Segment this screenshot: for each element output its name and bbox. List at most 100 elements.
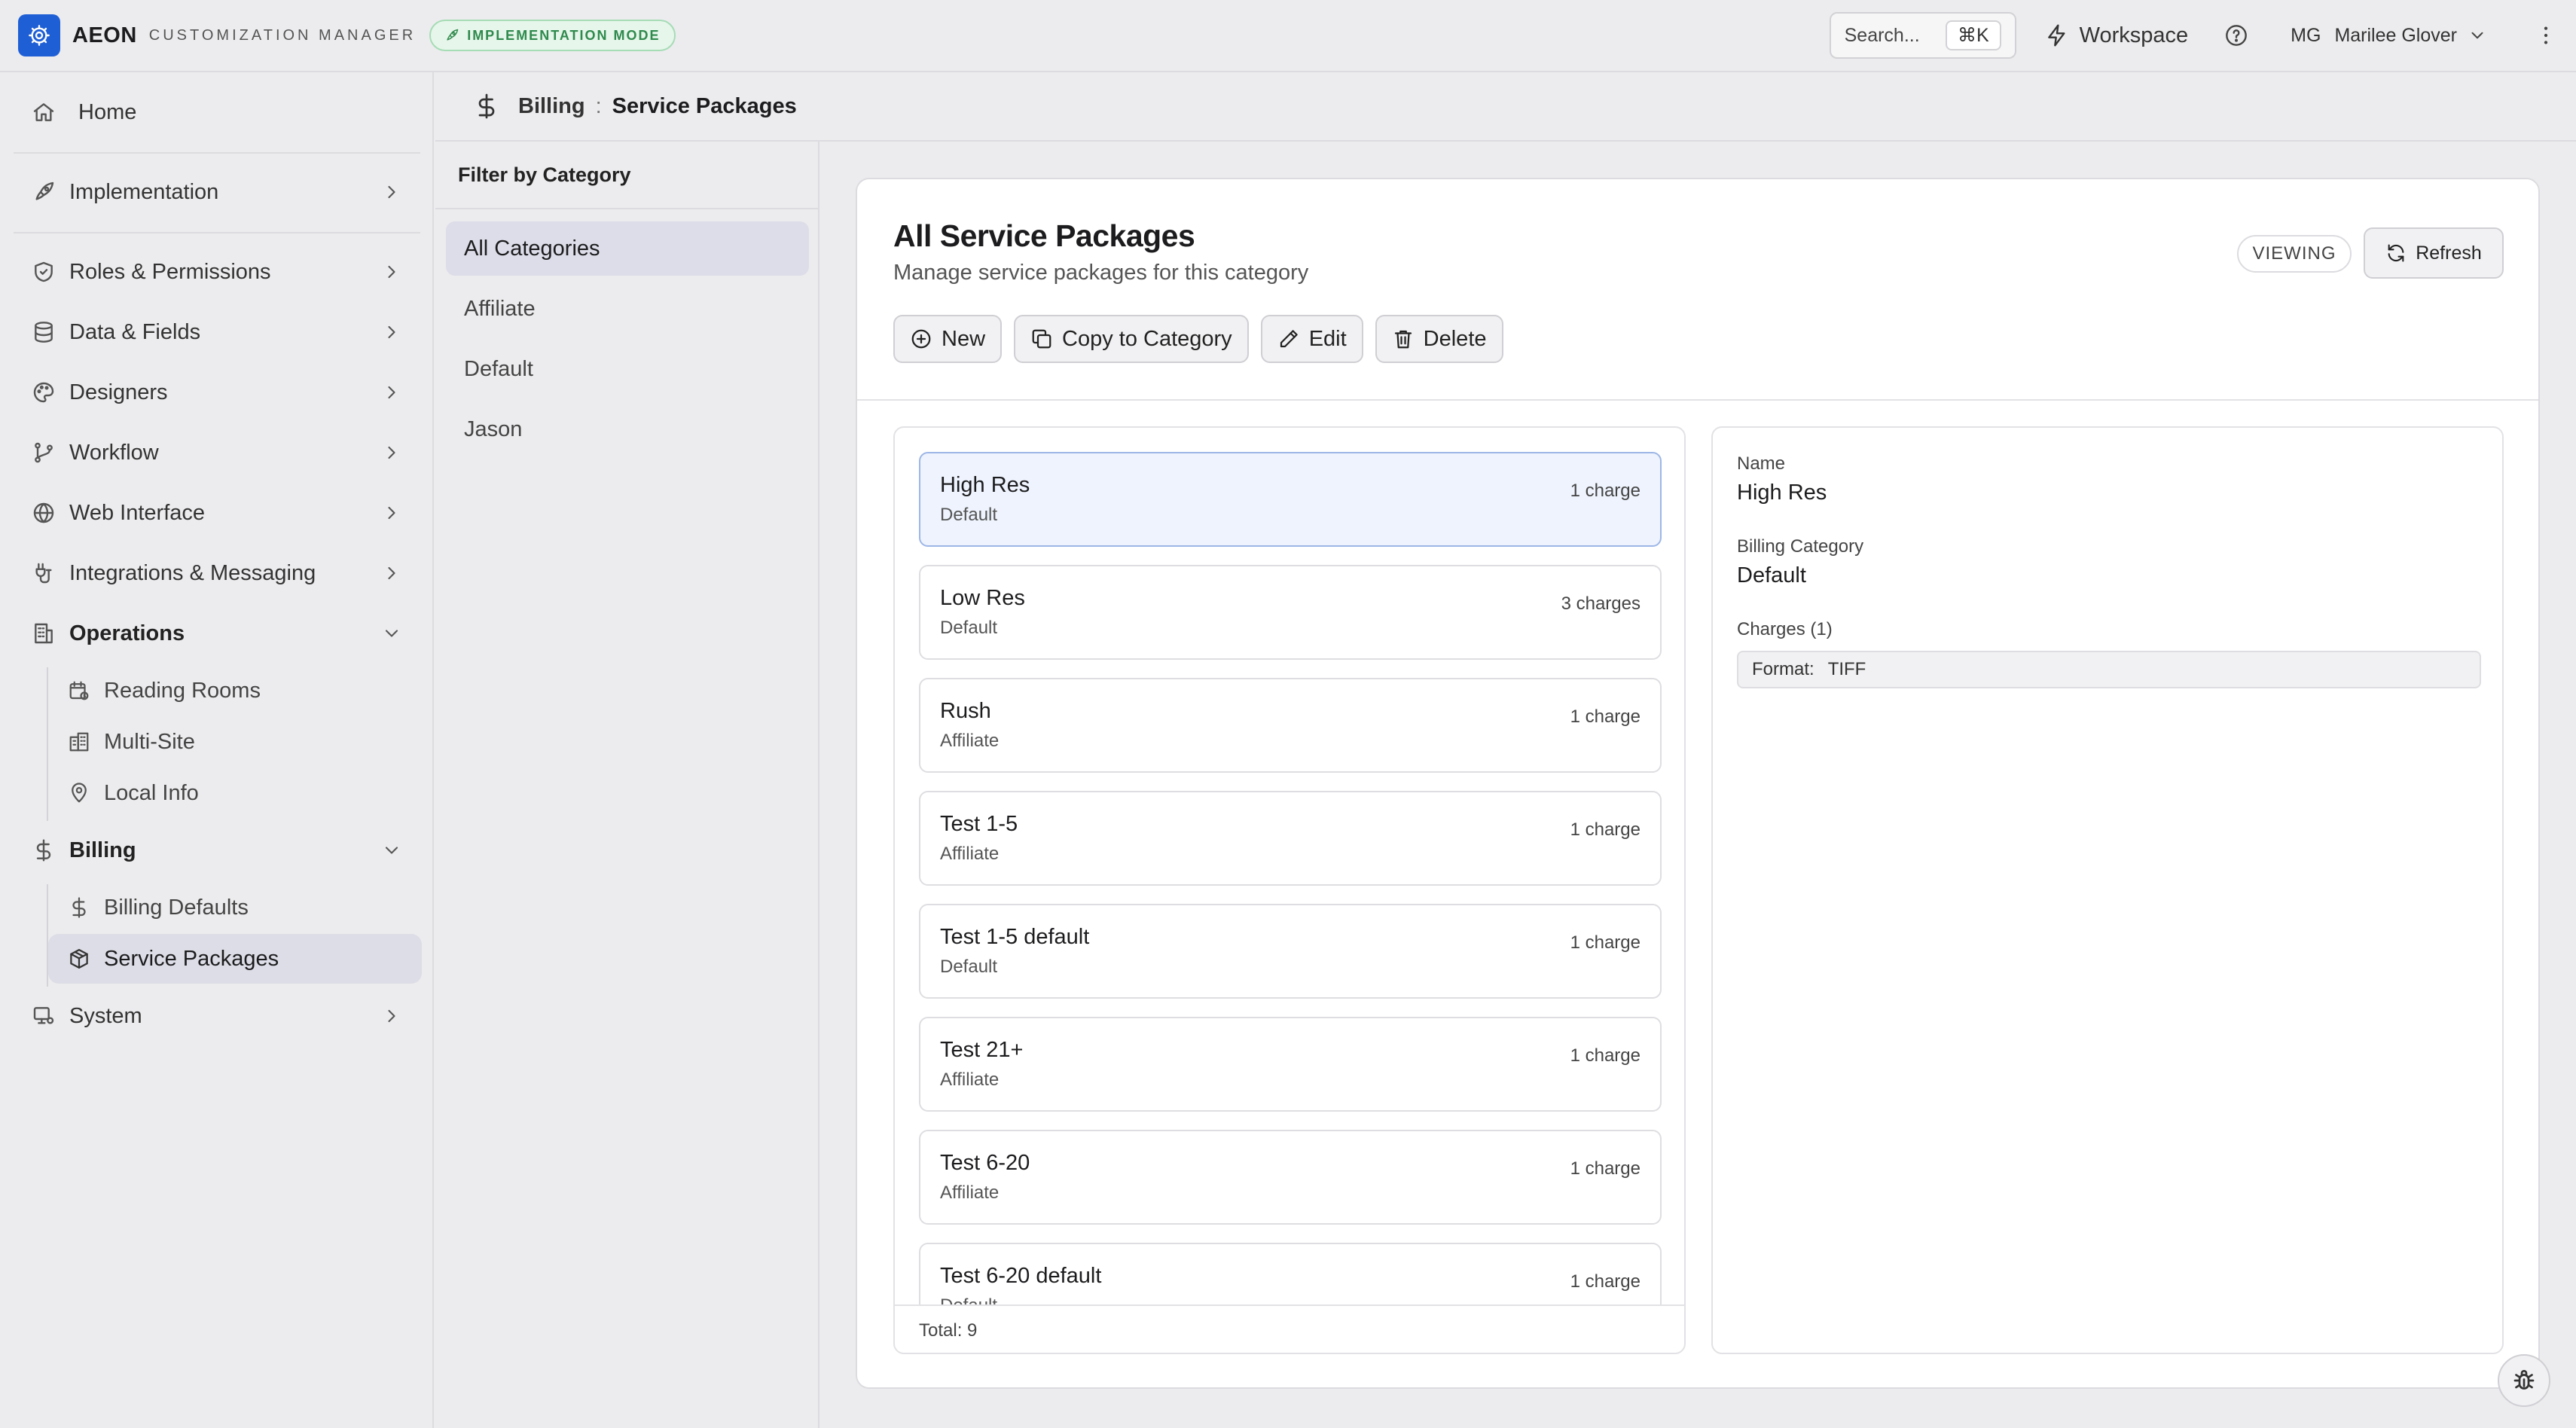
chevron-down-icon[interactable] [2468,26,2487,45]
app-logo[interactable] [18,14,60,56]
package-charge-count: 1 charge [1570,1045,1641,1066]
app-brand: AEON [72,23,137,47]
package-charge-count: 1 charge [1570,1271,1641,1292]
sidebar-item-integrations-messaging[interactable]: Integrations & Messaging [14,548,420,598]
sidebar-item-label: Reading Rooms [104,678,261,703]
sidebar-item-billing-defaults[interactable]: Billing Defaults [48,883,422,932]
card-header: All Service Packages Manage service pack… [857,179,2538,401]
package-item-low-res[interactable]: Low Res Default 3 charges [919,565,1662,660]
lightning-icon [2045,23,2069,47]
filter-item-jason[interactable]: Jason [446,402,809,456]
sidebar-item-workflow[interactable]: Workflow [14,428,420,478]
sidebar-item-home[interactable]: Home [14,87,420,137]
package-category: Affiliate [940,1069,1000,1090]
package-category: Default [940,1295,997,1304]
user-avatar-initials[interactable]: MG [2291,25,2321,47]
chevron-down-icon [381,840,402,861]
chevron-right-icon [381,322,402,343]
mode-badge-label: IMPLEMENTATION MODE [467,27,661,43]
workspace-label: Workspace [2079,23,2189,47]
sidebar-item-label: Service Packages [104,946,279,971]
sidebar-item-billing[interactable]: Billing [14,825,420,875]
database-icon [32,320,56,344]
chevron-right-icon [381,182,402,203]
delete-label: Delete [1423,326,1487,351]
delete-button[interactable]: Delete [1375,315,1503,363]
debug-button[interactable] [2498,1354,2550,1407]
chevron-right-icon [381,261,402,282]
package-name: Low Res [940,586,1025,610]
user-name[interactable]: Marilee Glover [2334,25,2457,47]
action-toolbar: New Copy to Category Edit Delete [893,315,1503,363]
sidebar-item-designers[interactable]: Designers [14,368,420,417]
search-button[interactable]: Search... ⌘K [1829,12,2016,59]
filter-item-default[interactable]: Default [446,342,809,396]
package-item-high-res[interactable]: High Res Default 1 charge [919,452,1662,547]
sidebar-item-label: Designers [69,380,168,404]
sidebar-item-web-interface[interactable]: Web Interface [14,488,420,538]
dollar-icon [473,93,500,120]
package-item-test-21-plus[interactable]: Test 21+ Affiliate 1 charge [919,1017,1662,1112]
sidebar-item-label: System [69,1003,142,1028]
charge-key: Format: [1752,659,1814,679]
help-icon[interactable] [2224,23,2248,47]
sidebar-item-service-packages[interactable]: Service Packages [48,934,422,984]
package-name: Test 6-20 [940,1151,1030,1175]
new-label: New [942,326,986,351]
dollar-icon [68,896,90,919]
sidebar-item-multi-site[interactable]: Multi-Site [48,717,422,767]
filter-item-all-categories[interactable]: All Categories [446,221,809,276]
package-category: Affiliate [940,844,1000,864]
package-name: Test 1-5 [940,812,1018,836]
refresh-button[interactable]: Refresh [2364,227,2504,279]
sidebar-item-label: Billing [69,838,136,862]
filter-title: Filter by Category [435,142,818,209]
sidebar-item-operations[interactable]: Operations [14,609,420,658]
sidebar-item-implementation[interactable]: Implementation [14,167,420,217]
more-options-icon[interactable] [2534,23,2558,47]
package-category: Affiliate [940,1182,1000,1203]
sidebar-item-roles-permissions[interactable]: Roles & Permissions [14,247,420,297]
sidebar-item-system[interactable]: System [14,991,420,1041]
breadcrumb-separator: : [595,93,602,118]
sidebar-item-label: Home [78,99,137,124]
package-name: High Res [940,473,1030,497]
copy-to-category-button[interactable]: Copy to Category [1014,315,1249,363]
monitor-settings-icon [32,1004,56,1028]
breadcrumb-section[interactable]: Billing [518,94,585,119]
sidebar-item-label: Local Info [104,780,199,805]
package-icon [68,947,90,970]
package-item-test-1-5[interactable]: Test 1-5 Affiliate 1 charge [919,791,1662,886]
package-list-panel: High Res Default 1 charge Low Res Defaul… [893,426,1686,1354]
breadcrumb: Billing : Service Packages [435,72,2576,142]
page-title: All Service Packages [893,218,1195,253]
new-button[interactable]: New [893,315,1003,363]
package-item-rush[interactable]: Rush Affiliate 1 charge [919,678,1662,773]
sidebar-item-reading-rooms[interactable]: Reading Rooms [48,666,422,716]
edit-label: Edit [1308,326,1347,351]
refresh-icon [2385,243,2407,264]
filter-item-affiliate[interactable]: Affiliate [446,282,809,336]
charge-value: TIFF [1827,659,1866,679]
sidebar-item-label: Multi-Site [104,729,195,754]
workspace-button[interactable]: Workspace [2045,23,2189,48]
package-charge-count: 1 charge [1570,819,1641,840]
package-item-test-6-20[interactable]: Test 6-20 Affiliate 1 charge [919,1130,1662,1225]
git-branch-icon [32,441,56,465]
package-item-test-1-5-default[interactable]: Test 1-5 default Default 1 charge [919,904,1662,999]
sidebar-item-data-fields[interactable]: Data & Fields [14,307,420,357]
sidebar-item-label: Roles & Permissions [69,259,271,284]
edit-button[interactable]: Edit [1260,315,1363,363]
service-packages-card: All Service Packages Manage service pack… [856,178,2540,1389]
sidebar-item-local-info[interactable]: Local Info [48,768,422,818]
package-charge-count: 1 charge [1570,706,1641,727]
package-list[interactable]: High Res Default 1 charge Low Res Defaul… [895,428,1684,1304]
package-item-test-6-20-default[interactable]: Test 6-20 default Default 1 charge [919,1243,1662,1304]
sidebar-divider [14,152,420,154]
app-subtitle: CUSTOMIZATION MANAGER [148,26,417,44]
package-charge-count: 1 charge [1570,932,1641,953]
search-shortcut: ⌘K [1945,20,2001,50]
chevron-right-icon [381,502,402,523]
detail-category-value: Default [1737,563,1806,587]
package-detail-panel: Name High Res Billing Category Default C… [1711,426,2504,1354]
